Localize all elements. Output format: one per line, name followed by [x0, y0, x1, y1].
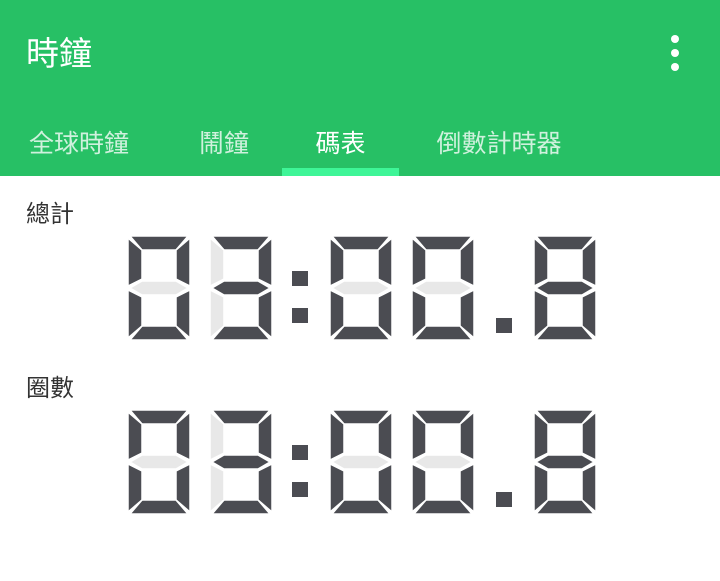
- lap-label: 圈數: [26, 374, 74, 402]
- segment-g: [534, 454, 596, 470]
- colon-dot-bottom: [292, 482, 308, 497]
- tab-timer[interactable]: 倒數計時器: [410, 118, 588, 176]
- app-title: 時鐘: [26, 34, 92, 73]
- digit-3: [209, 236, 273, 341]
- app-bar: 時鐘 全球時鐘 鬧鐘 碼表 倒數計時器: [0, 0, 720, 176]
- segment-g: [128, 454, 190, 470]
- segment-g: [330, 454, 392, 470]
- digit-0: [411, 410, 475, 515]
- more-options-button[interactable]: [652, 28, 698, 78]
- more-vert-icon: [671, 32, 679, 74]
- colon-dot-top: [292, 271, 308, 286]
- segment-g: [330, 280, 392, 296]
- decimal-point: [496, 318, 512, 333]
- total-label: 總計: [26, 200, 74, 228]
- digit-0: [127, 410, 191, 515]
- digit-0: [329, 410, 393, 515]
- colon-dot-bottom: [292, 308, 308, 323]
- segment-g: [534, 280, 596, 296]
- tab-world-clock[interactable]: 全球時鐘: [0, 118, 158, 176]
- total-time-display: [0, 236, 720, 344]
- decimal-point: [496, 492, 512, 507]
- total-time-digits: [127, 236, 597, 341]
- digit-0: [127, 236, 191, 341]
- lap-time-display: [0, 410, 720, 518]
- tab-indicator: [282, 168, 399, 176]
- segment-g: [128, 280, 190, 296]
- lap-time-digits: [127, 410, 597, 515]
- digit-0: [411, 236, 475, 341]
- digit-0: [329, 236, 393, 341]
- segment-g: [210, 280, 272, 296]
- digit-3: [209, 410, 273, 515]
- colon-dot-top: [292, 445, 308, 460]
- digit-8: [533, 236, 597, 341]
- tab-bar: 全球時鐘 鬧鐘 碼表 倒數計時器: [0, 118, 720, 176]
- segment-g: [412, 454, 474, 470]
- segment-g: [412, 280, 474, 296]
- segment-g: [210, 454, 272, 470]
- tab-alarm[interactable]: 鬧鐘: [168, 118, 280, 176]
- digit-8: [533, 410, 597, 515]
